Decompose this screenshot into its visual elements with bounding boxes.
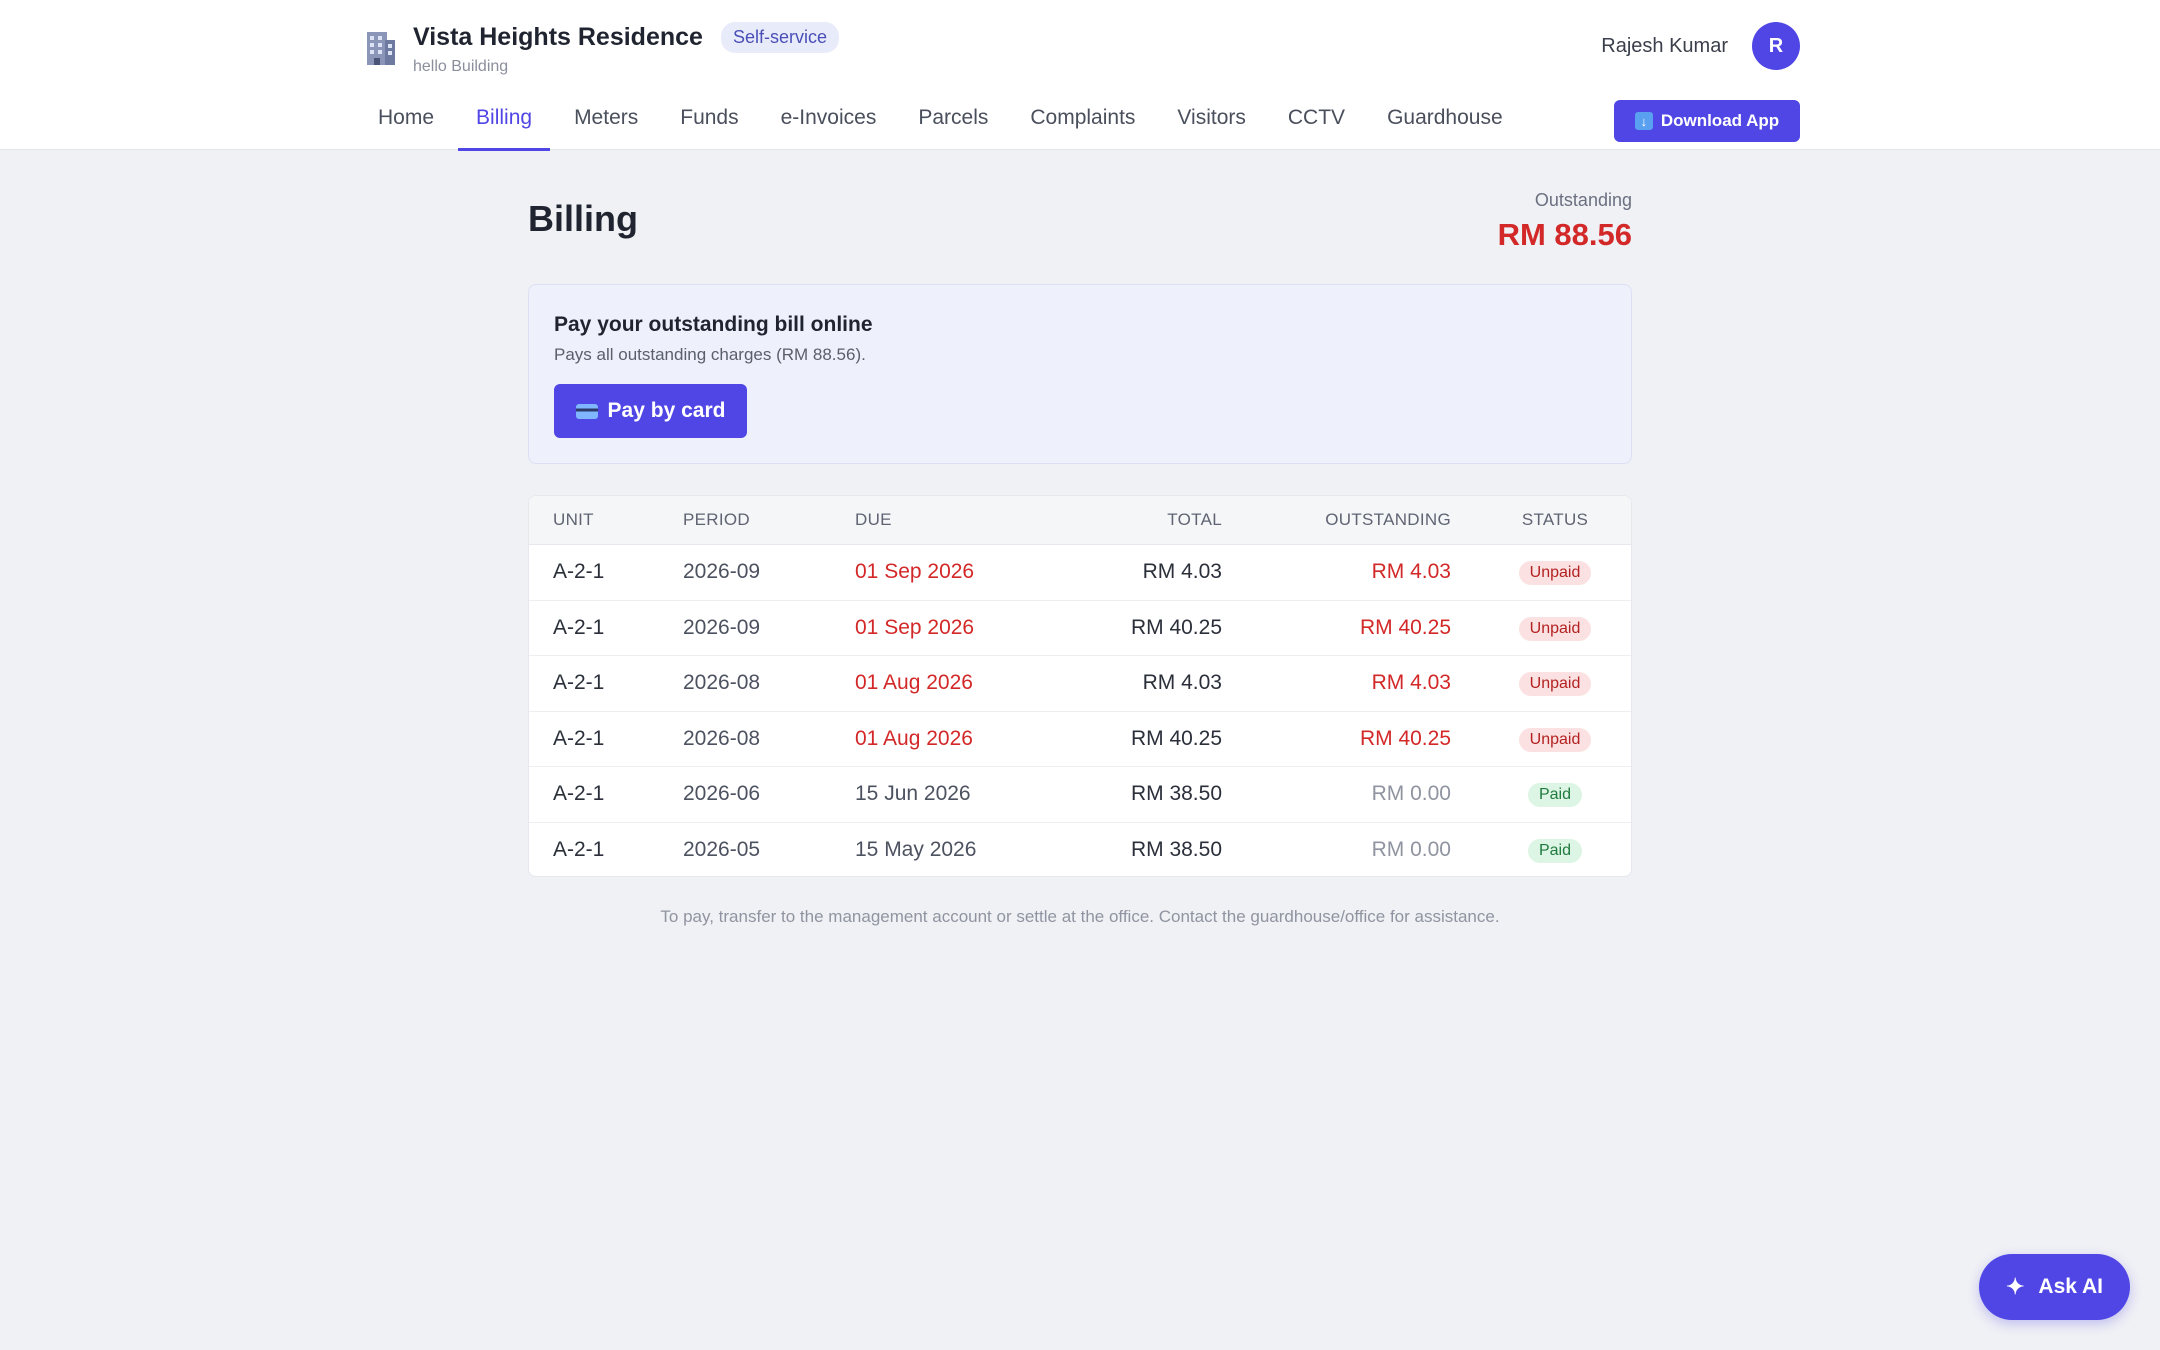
column-header-due[interactable]: DUE [855,510,1035,530]
nav-item-guardhouse[interactable]: Guardhouse [1369,92,1521,150]
cell-total: RM 40.25 [1130,726,1222,750]
cell-period: 2026-09 [683,615,761,639]
table-row[interactable]: A-2-1 2026-06 15 Jun 2026 RM 38.50 RM 0.… [529,767,1631,823]
column-header-period[interactable]: PERIOD [683,510,855,530]
building-icon [367,32,395,65]
download-arrow-icon: ↓ [1634,112,1653,130]
cell-outstanding: RM 40.25 [1359,615,1451,639]
table-row[interactable]: A-2-1 2026-05 15 May 2026 RM 38.50 RM 0.… [529,823,1631,877]
table-row[interactable]: A-2-1 2026-09 01 Sep 2026 RM 4.03 RM 4.0… [529,545,1631,601]
cell-due: 01 Aug 2026 [855,671,973,695]
nav-item-e-invoices[interactable]: e-Invoices [763,92,895,150]
table-row[interactable]: A-2-1 2026-08 01 Aug 2026 RM 40.25 RM 40… [529,712,1631,767]
building-name: Vista Heights Residence [413,23,703,51]
cell-total: RM 4.03 [1142,560,1222,584]
column-header-total[interactable]: TOTAL [1035,510,1222,530]
page-title: Billing [528,198,638,239]
user-name: Rajesh Kumar [1601,34,1728,57]
cell-total: RM 38.50 [1130,838,1222,862]
billing-table: UNIT PERIOD DUE TOTAL OUTSTANDING STATUS… [528,495,1632,877]
main-nav: Home Billing Meters Funds e-Invoices Par… [360,92,1527,151]
cell-due: 15 May 2026 [855,838,977,862]
pay-by-card-button[interactable]: Pay by card [554,384,747,438]
nav-item-parcels[interactable]: Parcels [900,92,1006,150]
table-row[interactable]: A-2-1 2026-08 01 Aug 2026 RM 4.03 RM 4.0… [529,656,1631,712]
cell-total: RM 40.25 [1130,615,1222,639]
pay-panel-title: Pay your outstanding bill online [554,313,873,336]
top-bar: Vista Heights Residence Self-service hel… [0,0,2160,151]
table-row[interactable]: A-2-1 2026-09 01 Sep 2026 RM 40.25 RM 40… [529,601,1631,656]
credit-card-icon [575,403,598,419]
cell-due: 01 Aug 2026 [855,726,973,750]
nav-item-funds[interactable]: Funds [662,92,756,150]
cell-due: 15 Jun 2026 [855,782,971,806]
cell-period: 2026-08 [683,671,761,695]
cell-period: 2026-06 [683,782,761,806]
cell-outstanding: RM 40.25 [1359,726,1451,750]
cell-total: RM 4.03 [1142,671,1222,695]
status-badge: Unpaid [1518,561,1592,586]
cell-unit: A-2-1 [553,615,605,639]
outstanding-amount: RM 88.56 [1497,217,1632,252]
brand[interactable]: Vista Heights Residence Self-service hel… [363,22,839,76]
cell-unit: A-2-1 [553,560,605,584]
column-header-status[interactable]: STATUS [1451,510,1631,530]
status-badge: Unpaid [1518,672,1592,697]
cell-period: 2026-08 [683,726,761,750]
user-menu[interactable]: Rajesh Kumar R [1601,22,1800,70]
nav-item-visitors[interactable]: Visitors [1159,92,1263,150]
sparkle-icon: ✦ [2005,1274,2025,1299]
status-badge: Unpaid [1518,727,1592,752]
cell-outstanding: RM 4.03 [1371,671,1451,695]
avatar[interactable]: R [1752,22,1800,70]
pay-online-panel: Pay your outstanding bill online Pays al… [528,284,1632,464]
outstanding-summary: Outstanding RM 88.56 [1498,190,1632,253]
table-header: UNIT PERIOD DUE TOTAL OUTSTANDING STATUS [529,496,1631,545]
nav-item-meters[interactable]: Meters [556,92,656,150]
cell-total: RM 38.50 [1130,782,1222,806]
mode-badge: Self-service [720,22,839,53]
ask-ai-label: Ask AI [2038,1275,2104,1298]
status-badge: Paid [1527,839,1583,864]
cell-period: 2026-09 [683,560,761,584]
building-subtitle: hello Building [413,58,509,75]
status-badge: Paid [1527,783,1583,808]
pay-panel-subtitle: Pays all outstanding charges (RM 88.56). [554,345,866,364]
status-badge: Unpaid [1518,616,1592,641]
cell-due: 01 Sep 2026 [855,560,975,584]
download-app-button[interactable]: ↓ Download App [1614,100,1800,142]
cell-unit: A-2-1 [553,671,605,695]
payment-instructions: To pay, transfer to the management accou… [660,907,1500,926]
cell-unit: A-2-1 [553,726,605,750]
cell-due: 01 Sep 2026 [855,615,975,639]
nav-item-complaints[interactable]: Complaints [1012,92,1153,150]
cell-outstanding: RM 4.03 [1371,560,1451,584]
cell-outstanding: RM 0.00 [1371,838,1451,862]
nav-item-cctv[interactable]: CCTV [1270,92,1363,150]
nav-item-home[interactable]: Home [360,92,452,150]
ask-ai-button[interactable]: ✦ Ask AI [1979,1254,2130,1320]
outstanding-label: Outstanding [1534,190,1632,210]
pay-by-card-label: Pay by card [607,399,726,422]
cell-outstanding: RM 0.00 [1371,782,1451,806]
column-header-unit[interactable]: UNIT [529,510,683,530]
cell-unit: A-2-1 [553,838,605,862]
cell-period: 2026-05 [683,838,761,862]
column-header-outstanding[interactable]: OUTSTANDING [1222,510,1451,530]
nav-item-billing[interactable]: Billing [458,92,551,151]
cell-unit: A-2-1 [553,782,605,806]
download-app-label: Download App [1660,111,1780,130]
